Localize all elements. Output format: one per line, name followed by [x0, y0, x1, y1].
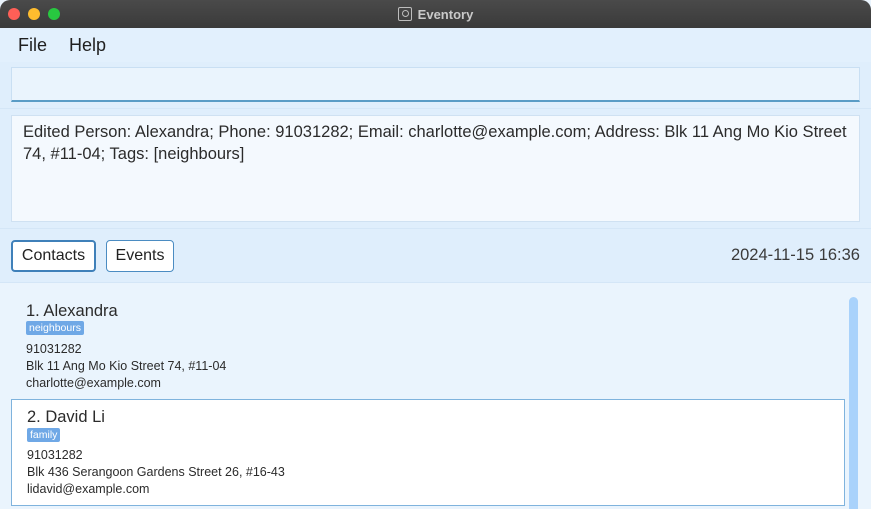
menu-file[interactable]: File [18, 35, 47, 56]
contact-tag: neighbours [26, 321, 84, 335]
tab-contacts[interactable]: Contacts [11, 240, 96, 272]
app-icon [397, 7, 412, 21]
contact-name: 2. David Li [27, 408, 105, 426]
contact-email: charlotte@example.com [26, 376, 161, 390]
contact-card[interactable]: 1. Alexandra neighbours 91031282 Blk 11 … [11, 293, 845, 397]
contact-email: lidavid@example.com [27, 482, 150, 496]
window-titlebar: Eventory [0, 0, 871, 28]
contact-name: 1. Alexandra [26, 302, 118, 320]
contact-list: 1. Alexandra neighbours 91031282 Blk 11 … [0, 282, 871, 509]
contact-phone: 91031282 [27, 448, 83, 462]
menu-bar: File Help [0, 28, 871, 62]
contact-address: Blk 436 Serangoon Gardens Street 26, #16… [27, 465, 285, 479]
command-input[interactable] [11, 67, 860, 102]
contact-card-selected[interactable]: 2. David Li family 91031282 Blk 436 Sera… [11, 399, 845, 506]
current-datetime: 2024-11-15 16:36 [730, 246, 860, 264]
result-display-area: Edited Person: Alexandra; Phone: 9103128… [0, 108, 871, 228]
contact-tag: family [27, 428, 61, 442]
window-title: Eventory [417, 6, 474, 22]
list-scrollbar[interactable] [849, 297, 858, 509]
contact-phone: 91031282 [26, 342, 82, 356]
title-group: Eventory [0, 0, 871, 28]
tab-events[interactable]: Events [106, 240, 174, 272]
command-box-area [0, 62, 871, 108]
tab-bar: Contacts Events 2024-11-15 16:36 [0, 228, 871, 282]
result-display: Edited Person: Alexandra; Phone: 9103128… [11, 115, 860, 222]
menu-help[interactable]: Help [69, 35, 106, 56]
contact-address: Blk 11 Ang Mo Kio Street 74, #11-04 [26, 359, 227, 373]
